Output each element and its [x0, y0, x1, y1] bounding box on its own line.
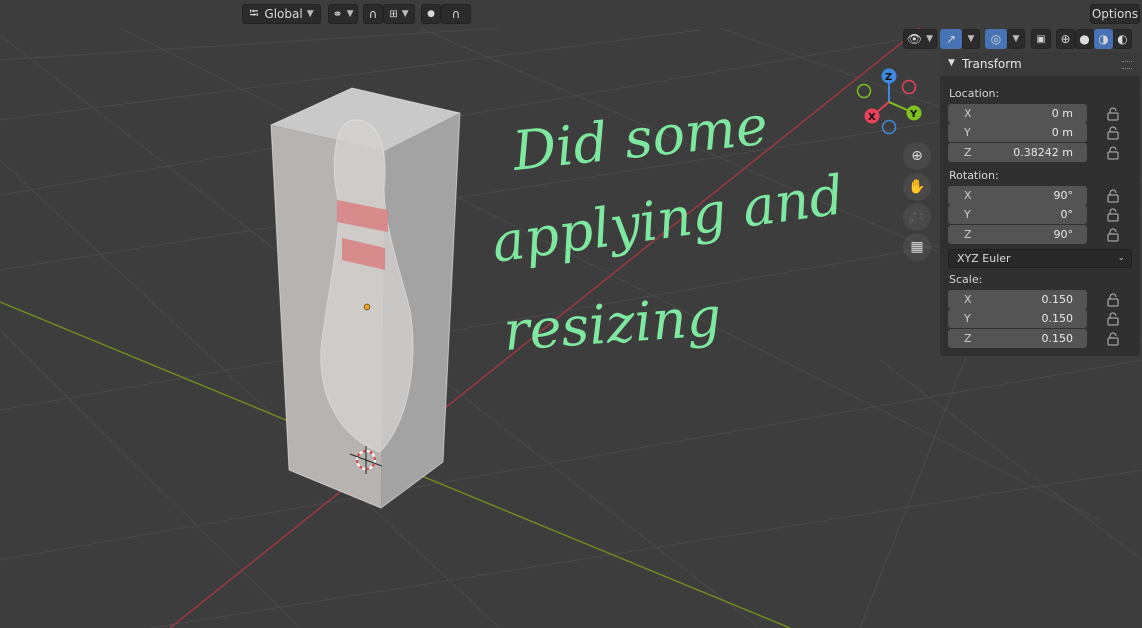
- field-value: 0.150: [1041, 332, 1074, 345]
- lock-icon[interactable]: [1106, 189, 1120, 203]
- axis-label: Y: [964, 312, 971, 325]
- transform-panel: ▼ Transform Location: X 0 m Y 0 m Z 0.38242…: [940, 52, 1140, 356]
- pivot-point-dropdown[interactable]: ⚭ ▼: [328, 4, 358, 24]
- material-sphere-icon: ◑: [1098, 32, 1109, 46]
- rendered-shading-button[interactable]: ◐: [1113, 29, 1132, 49]
- gizmo-dropdown[interactable]: ▼: [962, 29, 980, 49]
- field-value: 90°: [1053, 189, 1074, 202]
- overlays-dropdown[interactable]: ▼: [1007, 29, 1025, 49]
- orientation-label: Global: [264, 7, 303, 21]
- collapse-triangle-icon[interactable]: ▼: [948, 58, 955, 68]
- proportional-edit-icon: ●: [427, 9, 435, 19]
- gizmo-icon: ↗: [945, 32, 957, 46]
- pan-hand-icon: ✋: [908, 179, 926, 195]
- overlays-icon: ◎: [990, 32, 1002, 46]
- location-label: Location:: [949, 87, 1000, 100]
- camera-view-button[interactable]: 🎥: [903, 203, 931, 231]
- chevron-down-icon: ▼: [967, 34, 975, 44]
- options-label: Options: [1091, 7, 1139, 21]
- chevron-down-icon: ▼: [306, 9, 314, 19]
- snap-target-dropdown[interactable]: ⊞ ▼: [383, 4, 415, 24]
- rotation-mode-dropdown[interactable]: XYZ Euler ⌄: [948, 249, 1132, 268]
- rendered-sphere-icon: ◐: [1117, 32, 1128, 46]
- scale-label: Scale:: [949, 273, 983, 286]
- chevron-down-icon: ▼: [346, 9, 354, 19]
- zoom-icon: ⊕: [911, 148, 923, 164]
- field-value: 90°: [1053, 228, 1074, 241]
- transform-orientation-dropdown[interactable]: ⭾ Global ▼: [242, 4, 321, 24]
- eye-icon: 👁: [906, 32, 923, 46]
- field-value: 0.150: [1041, 293, 1074, 306]
- field-value: 0°: [1060, 208, 1074, 221]
- gizmo-toggle[interactable]: ↗: [940, 29, 962, 49]
- lock-icon[interactable]: [1106, 126, 1120, 140]
- lock-icon[interactable]: [1106, 107, 1120, 121]
- solid-shading-button[interactable]: ●: [1075, 29, 1094, 49]
- location-z-field[interactable]: Z 0.38242 m: [948, 143, 1087, 162]
- gizmo-x-label: X: [868, 112, 876, 123]
- axis-label: X: [964, 189, 972, 202]
- snap-grid-icon: ⊞: [389, 8, 398, 20]
- drag-grip-icon[interactable]: [1122, 61, 1132, 69]
- field-value: 0 m: [1051, 126, 1073, 139]
- selected-object[interactable]: [270, 87, 461, 509]
- pan-button[interactable]: ✋: [903, 173, 931, 201]
- solid-sphere-icon: ●: [1079, 32, 1090, 46]
- magnet-icon: ∩: [368, 7, 378, 21]
- field-value: 0.150: [1041, 312, 1074, 325]
- chevron-down-icon: ▼: [926, 34, 934, 44]
- xray-icon: ▣: [1036, 33, 1046, 45]
- transform-panel-header[interactable]: ▼ Transform: [940, 52, 1140, 76]
- axis-label: Y: [964, 126, 971, 139]
- gizmo-z-label: Z: [885, 72, 892, 83]
- grid-view-icon: ▦: [910, 239, 924, 255]
- rotation-label: Rotation:: [949, 169, 999, 182]
- field-value: 0.38242 m: [1013, 146, 1073, 159]
- lock-icon[interactable]: [1106, 293, 1120, 307]
- chevron-down-icon: ▼: [1012, 34, 1020, 44]
- axis-label: X: [964, 293, 972, 306]
- lock-icon[interactable]: [1106, 332, 1120, 346]
- chevron-down-icon: ⌄: [1117, 253, 1125, 263]
- xray-toggle[interactable]: ▣: [1031, 29, 1051, 49]
- object-origin: [363, 303, 371, 311]
- rotation-y-field[interactable]: Y 0°: [948, 205, 1087, 224]
- falloff-dropdown[interactable]: ∩: [441, 4, 471, 24]
- lock-icon[interactable]: [1106, 228, 1120, 242]
- scale-z-field[interactable]: Z 0.150: [948, 329, 1087, 348]
- axis-label: Z: [964, 332, 972, 345]
- axis-label: X: [964, 107, 972, 120]
- lock-icon[interactable]: [1106, 312, 1120, 326]
- chevron-down-icon: ▼: [401, 9, 409, 19]
- overlays-toggle[interactable]: ◎: [985, 29, 1007, 49]
- gizmo-y-label: Y: [909, 109, 918, 120]
- zoom-button[interactable]: ⊕: [903, 142, 931, 170]
- options-button[interactable]: Options: [1090, 4, 1140, 24]
- scale-y-field[interactable]: Y 0.150: [948, 309, 1087, 328]
- lock-icon[interactable]: [1106, 146, 1120, 160]
- scale-x-field[interactable]: X 0.150: [948, 290, 1087, 309]
- material-preview-button[interactable]: ◑: [1094, 29, 1113, 49]
- rotation-z-field[interactable]: Z 90°: [948, 225, 1087, 244]
- visibility-dropdown[interactable]: 👁 ▼: [903, 29, 937, 49]
- rotation-mode-value: XYZ Euler: [957, 252, 1011, 265]
- orientation-icon: ⭾: [249, 5, 259, 20]
- camera-icon: 🎥: [908, 209, 926, 225]
- wireframe-sphere-icon: ⊕: [1060, 32, 1071, 46]
- snap-toggle[interactable]: ∩: [363, 4, 383, 24]
- falloff-curve-icon: ∩: [451, 7, 461, 21]
- axis-label: Z: [964, 228, 972, 241]
- field-value: 0 m: [1051, 107, 1073, 120]
- wireframe-shading-button[interactable]: ⊕: [1056, 29, 1075, 49]
- location-y-field[interactable]: Y 0 m: [948, 123, 1087, 142]
- pivot-icon: ⚭: [332, 7, 343, 21]
- rotation-x-field[interactable]: X 90°: [948, 186, 1087, 205]
- location-x-field[interactable]: X 0 m: [948, 104, 1087, 123]
- panel-title: Transform: [962, 57, 1022, 71]
- axis-label: Z: [964, 146, 972, 159]
- lock-icon[interactable]: [1106, 208, 1120, 222]
- perspective-toggle-button[interactable]: ▦: [903, 233, 931, 261]
- axis-label: Y: [964, 208, 971, 221]
- proportional-edit-toggle[interactable]: ●: [421, 4, 441, 24]
